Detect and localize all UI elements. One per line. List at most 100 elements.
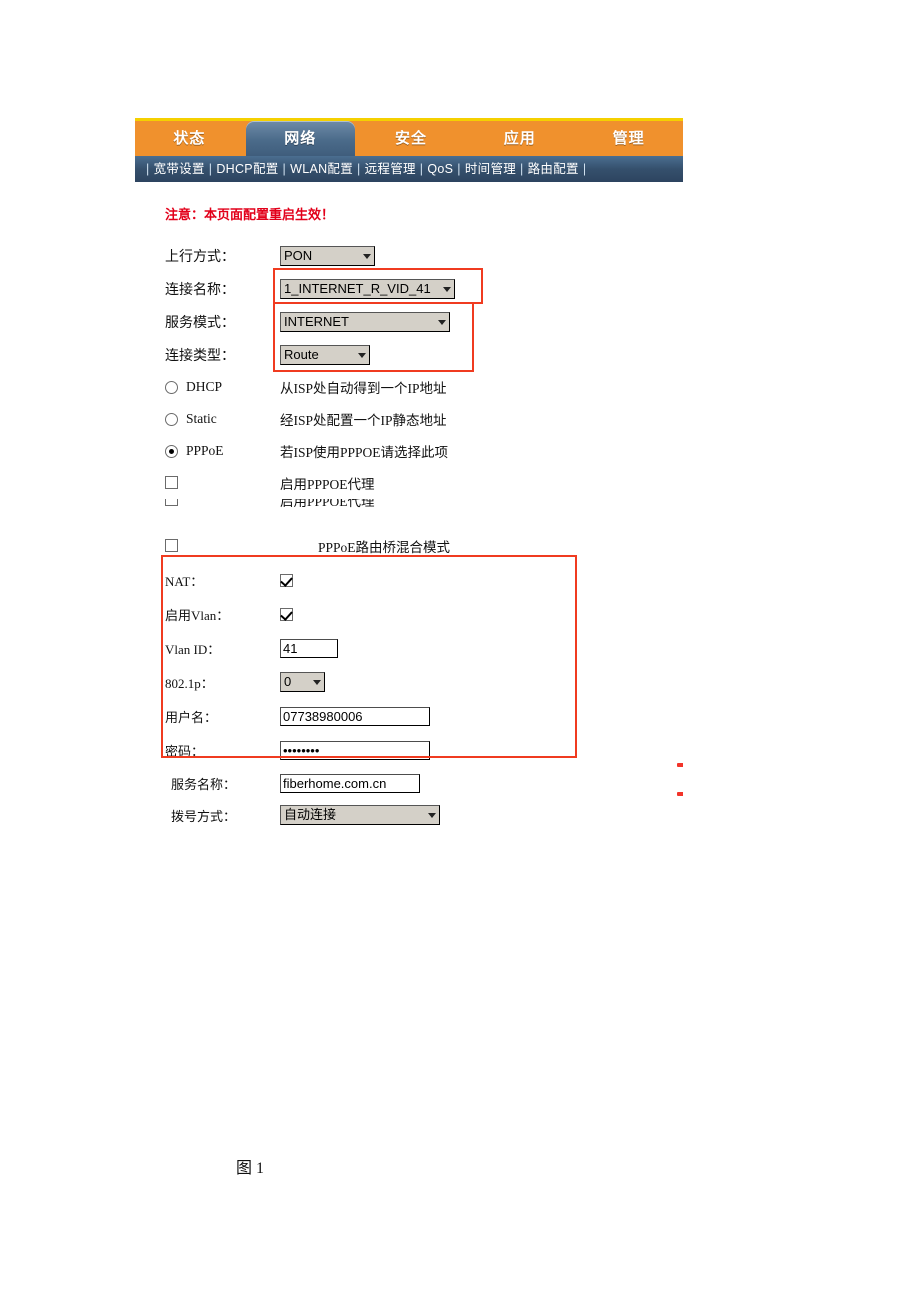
secondary-nav: | 宽带设置 | DHCP配置 | WLAN配置 | 远程管理 | QoS | 时间管理 | 路由配置 | (135, 156, 683, 182)
subnav-sep-5: | (457, 162, 461, 176)
dial-mode-select[interactable]: 自动连接 (280, 805, 440, 825)
subnav-sep-2: | (282, 162, 287, 176)
username-input[interactable] (280, 706, 430, 726)
pppoe-proxy-check-cell (165, 475, 280, 491)
subnav-item-time[interactable]: 时间管理 (464, 162, 517, 176)
pppoe-bridge-check-cell (165, 538, 280, 554)
dhcp-radio-label: DHCP (186, 378, 223, 394)
field-row-username: 用户名： (135, 699, 683, 733)
tab-security[interactable]: 安全 (357, 121, 466, 156)
tab-network-label: 网络 (284, 130, 317, 147)
subnav-item-wlan[interactable]: WLAN配置 (289, 162, 354, 176)
static-description: 经ISP处配置一个IP静态地址 (280, 413, 447, 428)
field-row-connection-type: 连接类型： Route (135, 338, 683, 371)
service-mode-label: 服务模式： (165, 315, 235, 331)
field-row-pppoe-mode: PPPoE 若ISP使用PPPOE请选择此项 (135, 435, 683, 467)
field-row-static-mode: Static 经ISP处配置一个IP静态地址 (135, 403, 683, 435)
pppoe-radio-label: PPPoE (186, 442, 224, 458)
dhcp-radio-cell: DHCP (165, 379, 280, 396)
subnav-sep-0: | (146, 162, 150, 176)
subnav-item-dhcp[interactable]: DHCP配置 (215, 162, 279, 176)
static-radio[interactable] (165, 412, 178, 426)
primary-nav: 状态 网络 安全 应用 管理 (135, 118, 683, 156)
dot1p-select[interactable]: 0 (280, 672, 325, 692)
field-row-service-name: 服务名称： (135, 767, 683, 799)
connection-name-select-wrap[interactable]: 1_INTERNET_R_VID_41 (280, 278, 455, 299)
dot1p-select-wrap[interactable]: 0 (280, 672, 325, 692)
password-input[interactable] (280, 740, 430, 760)
pppoe-proxy-checkbox[interactable] (165, 476, 178, 490)
subnav-item-route[interactable]: 路由配置 (527, 162, 580, 176)
vlan-id-label: Vlan ID： (165, 641, 221, 657)
field-row-dhcp-mode: DHCP 从ISP处自动得到一个IP地址 (135, 371, 683, 403)
uplink-select[interactable]: PON (280, 245, 375, 266)
static-radio-cell: Static (165, 411, 280, 428)
static-radio-label: Static (186, 410, 217, 426)
field-row-pppoe-proxy: 启用PPPOE代理 (135, 467, 683, 499)
tab-security-label: 安全 (394, 130, 427, 147)
vlan-id-input[interactable] (280, 638, 338, 658)
field-row-8021p: 802.1p： 0 (135, 665, 683, 699)
settings-sheet: 注意：本页面配置重启生效！ 上行方式： PON 连接名称： 1_INTERNET… (135, 182, 683, 830)
subnav-sep-7: | (582, 162, 587, 176)
dial-mode-label: 拨号方式： (171, 808, 237, 824)
subnav-item-remote[interactable]: 远程管理 (364, 162, 417, 176)
annotation-tick-1 (677, 763, 683, 767)
field-row-vlan-id: Vlan ID： (135, 631, 683, 665)
connection-type-label: 连接类型： (165, 348, 235, 364)
subnav-sep-6: | (520, 162, 524, 176)
uplink-select-wrap[interactable]: PON (280, 245, 375, 266)
uplink-label: 上行方式： (165, 249, 235, 265)
annotation-tick-2 (677, 792, 683, 796)
field-row-nat: NAT： (135, 563, 683, 597)
tab-status[interactable]: 状态 (135, 121, 244, 156)
figure-caption: 图 1 (236, 1160, 265, 1177)
username-label: 用户名： (165, 709, 218, 725)
pppoe-proxy-label: 启用PPPOE代理 (280, 477, 375, 492)
field-row-enable-vlan: 启用Vlan： (135, 597, 683, 631)
subnav-sep-4: | (419, 162, 424, 176)
artifact-checkbox (165, 499, 178, 506)
service-mode-select[interactable]: INTERNET (280, 311, 450, 332)
tab-application[interactable]: 应用 (465, 121, 574, 156)
enable-vlan-label: 启用Vlan： (165, 607, 230, 623)
nat-checkbox[interactable] (280, 573, 293, 587)
field-row-password: 密码： (135, 733, 683, 767)
service-mode-select-wrap[interactable]: INTERNET (280, 311, 450, 332)
enable-vlan-checkbox[interactable] (280, 607, 293, 621)
router-admin-page: 状态 网络 安全 应用 管理 | 宽带设置 | DHCP配置 | WLAN配置 | 远程管理 |… (135, 118, 683, 830)
connection-name-label: 连接名称： (165, 282, 235, 298)
pppoe-description: 若ISP使用PPPOE请选择此项 (280, 445, 449, 460)
scan-artifact-row: 启用PPPOE代理 (135, 499, 683, 529)
artifact-label: 启用PPPOE代理 (280, 499, 375, 509)
tab-network[interactable]: 网络 (245, 121, 355, 156)
field-row-dial-mode: 拨号方式： 自动连接 (135, 799, 683, 830)
dhcp-radio[interactable] (165, 380, 178, 394)
subnav-item-qos[interactable]: QoS (426, 162, 454, 176)
field-row-pppoe-bridge: PPPoE路由桥混合模式 (135, 529, 683, 563)
nat-label: NAT： (165, 573, 204, 589)
dhcp-description: 从ISP处自动得到一个IP地址 (280, 381, 447, 396)
connection-type-select-wrap[interactable]: Route (280, 344, 370, 365)
subnav-sep-1: | (208, 162, 213, 176)
pppoe-radio[interactable] (165, 444, 178, 458)
field-row-connection-name: 连接名称： 1_INTERNET_R_VID_41 (135, 272, 683, 305)
tab-management-label: 管理 (612, 130, 645, 147)
pppoe-radio-cell: PPPoE (165, 443, 280, 460)
subnav-sep-3: | (357, 162, 361, 176)
pppoe-bridge-checkbox[interactable] (165, 539, 178, 553)
password-label: 密码： (165, 743, 205, 759)
tab-status-label: 状态 (173, 130, 206, 147)
service-name-input[interactable] (280, 773, 420, 793)
tab-management[interactable]: 管理 (574, 121, 683, 156)
artifact-check-cell (165, 499, 280, 508)
field-row-service-mode: 服务模式： INTERNET (135, 305, 683, 338)
connection-name-select[interactable]: 1_INTERNET_R_VID_41 (280, 278, 455, 299)
pppoe-bridge-label: PPPoE路由桥混合模式 (318, 540, 451, 555)
field-row-uplink: 上行方式： PON (135, 239, 683, 272)
subnav-item-broadband[interactable]: 宽带设置 (153, 162, 206, 176)
reboot-notice: 注意：本页面配置重启生效！ (165, 207, 335, 222)
service-name-label: 服务名称： (171, 776, 237, 792)
connection-type-select[interactable]: Route (280, 344, 370, 365)
dial-mode-select-wrap[interactable]: 自动连接 (280, 805, 440, 825)
